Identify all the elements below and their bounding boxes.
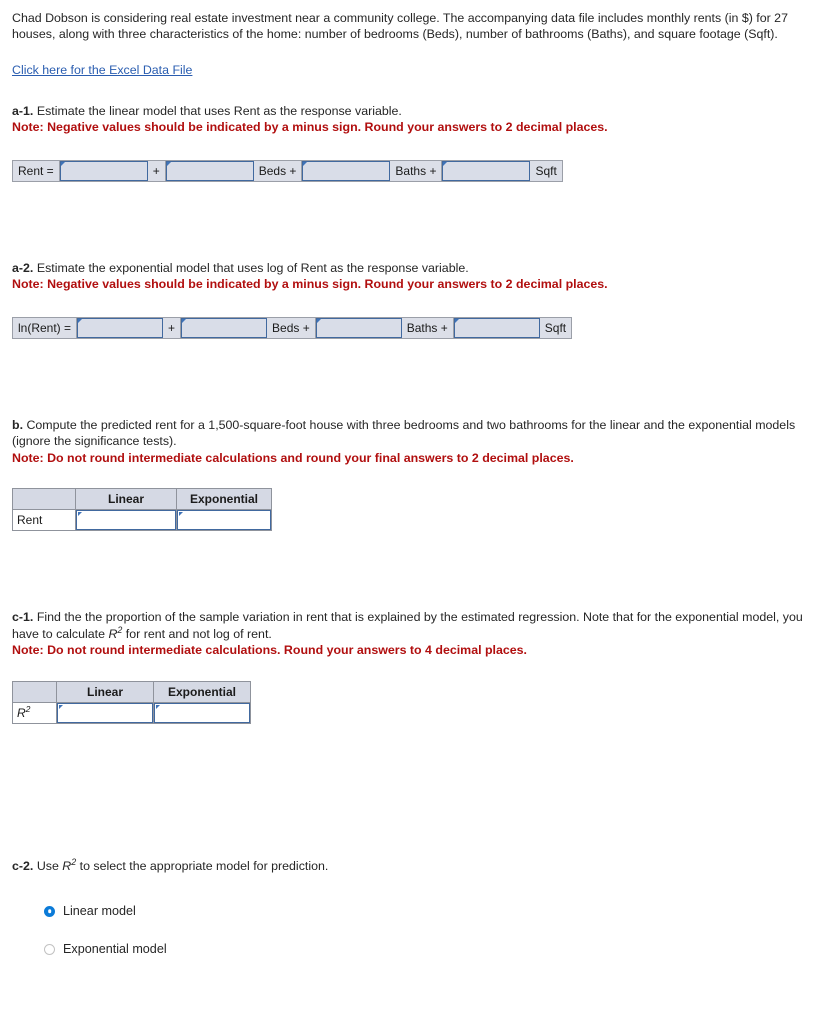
intro-paragraph: Chad Dobson is considering real estate i… [12, 11, 788, 42]
a2-baths-wrap [315, 317, 402, 338]
c1-table-corner [12, 680, 57, 703]
radio-option-exponential-model[interactable]: Exponential model [44, 942, 819, 956]
a1-intercept-wrap [59, 160, 148, 181]
radio-exponential-model-label: Exponential model [63, 942, 167, 957]
question-c2-text-part2: to select the appropriate model for pred… [76, 858, 329, 873]
question-b: b. Compute the predicted rent for a 1,50… [12, 417, 819, 532]
question-c1-label: c-1. [12, 610, 34, 625]
question-b-note: Note: Do not round intermediate calculat… [12, 450, 574, 465]
a2-beds-term-label: Beds + [267, 317, 316, 338]
question-c2-text-part1: Use [36, 858, 63, 873]
spacer-after-b [12, 531, 819, 597]
question-c1: c-1. Find the the proportion of the samp… [12, 609, 819, 724]
question-a2: a-2. Estimate the exponential model that… [12, 260, 819, 339]
a1-plus-sign: + [147, 160, 166, 181]
a2-beds-coefficient-input[interactable] [181, 317, 268, 338]
question-c2-prompt: c-2. Use R2 to select the appropriate mo… [12, 856, 812, 874]
table-header-row: Linear Exponential [12, 488, 272, 511]
a2-intercept-input[interactable] [77, 317, 164, 338]
a1-lead-label: Rent = [13, 160, 60, 181]
a2-sqft-coefficient-input[interactable] [453, 317, 540, 338]
a1-intercept-input[interactable] [59, 160, 148, 181]
b-rent-linear-cell [75, 509, 177, 532]
question-a1-label: a-1. [12, 103, 34, 118]
a1-baths-term-label: Baths + [390, 160, 443, 181]
excel-data-file-link[interactable]: Click here for the Excel Data File [12, 63, 192, 77]
question-b-label: b. [12, 417, 24, 432]
spacer-after-a2 [12, 339, 819, 405]
question-c2: c-2. Use R2 to select the appropriate mo… [12, 856, 819, 956]
a1-sqft-term-label: Sqft [530, 160, 562, 181]
b-table-corner [12, 488, 76, 511]
question-b-prompt: b. Compute the predicted rent for a 1,50… [12, 417, 812, 450]
question-a1-text: Estimate the linear model that uses Rent… [36, 103, 402, 118]
b-rent-exponential-cell [176, 509, 272, 532]
question-b-text: Compute the predicted rent for a 1,500-s… [12, 417, 796, 449]
question-a1-prompt: a-1. Estimate the linear model that uses… [12, 103, 812, 119]
c1-table-header-exponential: Exponential [153, 680, 251, 703]
radio-linear-model-label: Linear model [63, 904, 136, 919]
a2-sqft-wrap [453, 317, 540, 338]
b-rent-exponential-input[interactable] [177, 510, 271, 531]
b-rent-linear-input[interactable] [76, 510, 176, 531]
a1-beds-coefficient-input[interactable] [165, 160, 254, 181]
question-a2-note: Note: Negative values should be indicate… [12, 277, 608, 292]
c1-r2-exponential-input[interactable] [154, 702, 250, 723]
question-c1-r2-inline: R2 [108, 624, 123, 641]
c1-r2-linear-cell [56, 701, 154, 724]
question-b-answer-table: Linear Exponential Rent [12, 488, 272, 532]
question-a2-text: Estimate the exponential model that uses… [36, 260, 469, 275]
a1-baths-wrap [302, 160, 391, 181]
question-c1-text-part2: for rent and not log of rent. [122, 626, 272, 641]
question-c1-prompt: c-1. Find the the proportion of the samp… [12, 609, 812, 642]
spacer-before-c2 [12, 790, 819, 846]
question-c1-answer-table: Linear Exponential R2 [12, 680, 251, 724]
a2-beds-wrap [181, 317, 268, 338]
radio-linear-model-icon[interactable] [44, 905, 55, 917]
radio-option-linear-model[interactable]: Linear model [44, 904, 819, 918]
question-c2-r2-inline: R2 [62, 856, 77, 873]
table-header-row: Linear Exponential [12, 680, 251, 703]
c1-r2-linear-input[interactable] [57, 702, 153, 723]
question-c1-note: Note: Do not round intermediate calculat… [12, 643, 527, 658]
b-row-label-rent: Rent [12, 509, 76, 532]
spacer-after-a1 [12, 182, 819, 248]
a1-beds-wrap [165, 160, 254, 181]
question-page: Chad Dobson is considering real estate i… [0, 0, 831, 956]
a2-baths-coefficient-input[interactable] [315, 317, 402, 338]
model-choice-group: Linear model Exponential model [44, 904, 819, 956]
a1-sqft-coefficient-input[interactable] [442, 160, 531, 181]
a2-plus-sign: + [163, 317, 182, 338]
table-row: R2 [12, 701, 251, 724]
question-a2-prompt: a-2. Estimate the exponential model that… [12, 260, 812, 276]
question-a1: a-1. Estimate the linear model that uses… [12, 103, 819, 182]
c1-row-label-r2: R2 [12, 701, 57, 724]
a2-sqft-term-label: Sqft [539, 317, 572, 338]
a2-baths-term-label: Baths + [401, 317, 454, 338]
a1-baths-coefficient-input[interactable] [302, 160, 391, 181]
spacer-after-c1 [12, 724, 819, 790]
radio-exponential-model-icon[interactable] [44, 943, 55, 955]
a2-equation-row: ln(Rent) = + Beds + Baths + Sqft [12, 316, 573, 339]
b-table-header-linear: Linear [75, 488, 177, 511]
b-table-header-exponential: Exponential [176, 488, 272, 511]
a2-lead-label: ln(Rent) = [13, 317, 78, 338]
question-a2-label: a-2. [12, 260, 34, 275]
c1-table-header-linear: Linear [56, 680, 154, 703]
a1-beds-term-label: Beds + [253, 160, 303, 181]
c1-r2-exponential-cell [153, 701, 251, 724]
table-row: Rent [12, 509, 272, 532]
a1-equation-row: Rent = + Beds + Baths + Sqft [12, 159, 563, 182]
question-a1-note: Note: Negative values should be indicate… [12, 120, 608, 135]
question-c2-label: c-2. [12, 858, 34, 873]
a2-intercept-wrap [77, 317, 164, 338]
a1-sqft-wrap [442, 160, 531, 181]
